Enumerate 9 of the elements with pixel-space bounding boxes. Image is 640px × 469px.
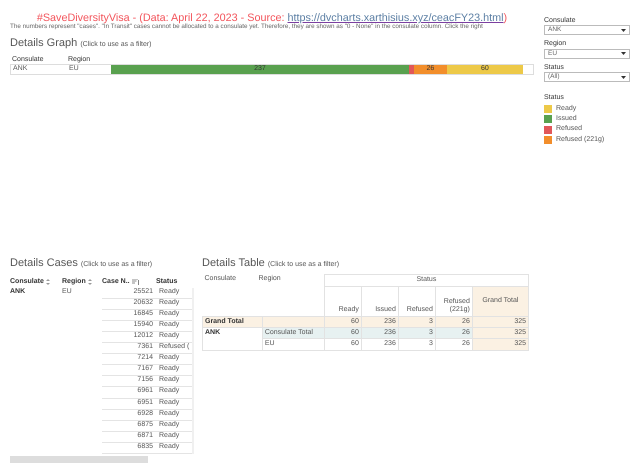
caret-icon [621, 76, 626, 79]
sort-icon[interactable] [88, 279, 95, 286]
source-link[interactable]: https://dvcharts.xarthisius.xyz/ceacFY23.html [288, 12, 504, 24]
scrollbar[interactable] [10, 456, 148, 463]
dashboard-title: #SaveDiversityVisa - (Data: April 22, 2023 - Source: https://dvcharts.xarthisius.xyz/ceacFY23.html) [36, 11, 508, 24]
sort-icon[interactable] [132, 279, 139, 286]
sort-icon[interactable] [46, 279, 53, 286]
caret-icon [621, 52, 626, 56]
caret-icon [621, 28, 626, 32]
